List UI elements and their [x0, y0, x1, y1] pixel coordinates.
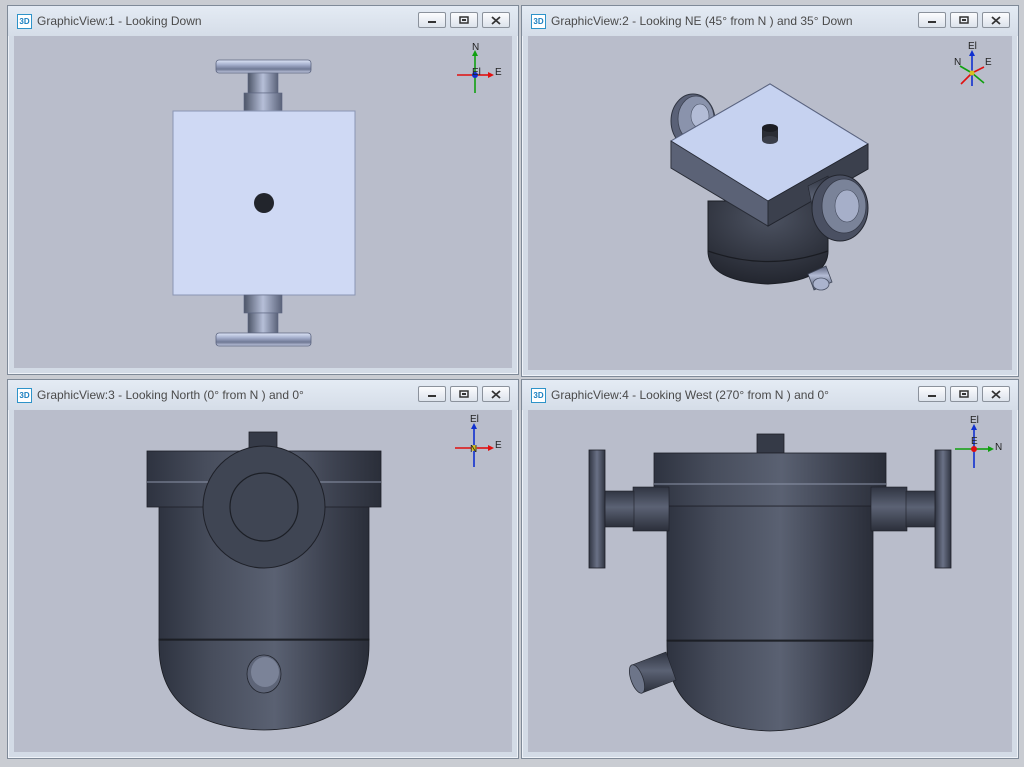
bottom-pipe	[247, 312, 279, 334]
triad-elevation-label: El	[470, 414, 479, 425]
view-3-titlebar[interactable]: 3D GraphicView:3 - Looking North (0° fro…	[8, 380, 518, 410]
view-3-viewport[interactable]: El E N	[14, 410, 512, 752]
minimize-icon	[928, 395, 936, 397]
view-4-viewport[interactable]: El N E	[528, 410, 1012, 752]
graphic-view-3-window[interactable]: 3D GraphicView:3 - Looking North (0° fro…	[7, 379, 519, 759]
view-1-titlebar[interactable]: 3D GraphicView:1 - Looking Down	[8, 6, 518, 36]
triad-elevation-label: El	[970, 415, 979, 426]
3d-view-icon: 3D	[17, 14, 32, 29]
top-view-model: N E El	[172, 42, 502, 347]
minimize-button[interactable]	[418, 12, 446, 28]
orientation-triad-icon: El E N	[455, 414, 502, 467]
vent-boss	[762, 124, 778, 144]
triad-elevation-label: El	[968, 41, 977, 52]
triad-east-label: E	[971, 436, 978, 447]
3d-view-icon: 3D	[531, 14, 546, 29]
vent-boss	[756, 433, 785, 454]
graphic-view-1-window[interactable]: 3D GraphicView:1 - Looking Down N E El	[7, 5, 519, 375]
close-button[interactable]	[982, 386, 1010, 402]
restore-button[interactable]	[450, 12, 478, 28]
top-pipe	[247, 72, 279, 94]
triad-elevation-label: El	[472, 67, 481, 78]
3d-view-icon: 3D	[17, 388, 32, 403]
triad-east-label: E	[495, 440, 502, 451]
top-flange	[215, 59, 312, 74]
triad-north-label: N	[995, 442, 1002, 453]
close-button[interactable]	[982, 12, 1010, 28]
view-2-titlebar[interactable]: 3D GraphicView:2 - Looking NE (45° from …	[522, 6, 1018, 36]
close-icon	[491, 15, 501, 25]
triad-east-label: E	[495, 67, 502, 78]
bottom-hub	[243, 294, 283, 314]
restore-button[interactable]	[950, 386, 978, 402]
restore-button[interactable]	[950, 12, 978, 28]
restore-icon	[459, 390, 469, 398]
minimize-icon	[928, 21, 936, 23]
view-3-title: GraphicView:3 - Looking North (0° from N…	[37, 388, 304, 402]
minimize-icon	[428, 395, 436, 397]
close-button[interactable]	[482, 386, 510, 402]
restore-icon	[459, 16, 469, 24]
graphic-view-2-window[interactable]: 3D GraphicView:2 - Looking NE (45° from …	[521, 5, 1019, 377]
orientation-triad-icon: El N E	[954, 41, 992, 86]
triad-north-label: N	[470, 444, 477, 455]
view-1-title: GraphicView:1 - Looking Down	[37, 14, 202, 28]
west-view-model: El N E	[588, 415, 1002, 732]
restore-button[interactable]	[450, 386, 478, 402]
bottom-flange	[215, 332, 312, 347]
close-icon	[991, 389, 1001, 399]
minimize-button[interactable]	[418, 386, 446, 402]
vent-boss	[254, 193, 274, 213]
orientation-triad-icon: El N E	[955, 415, 1002, 468]
view-2-viewport[interactable]: El N E	[528, 36, 1012, 370]
view-1-viewport[interactable]: N E El	[14, 36, 512, 368]
triad-north-label: N	[472, 42, 479, 53]
strainer-bowl	[666, 639, 874, 732]
view-4-titlebar[interactable]: 3D GraphicView:4 - Looking West (270° fr…	[522, 380, 1018, 410]
close-icon	[991, 15, 1001, 25]
iso-view-model: El N E	[670, 41, 992, 291]
inlet-flange	[202, 445, 326, 569]
north-view-model: El E N	[146, 414, 502, 731]
orientation-triad-icon: N E El	[457, 42, 502, 93]
strainer-body	[666, 505, 874, 642]
minimize-button[interactable]	[918, 386, 946, 402]
minimize-icon	[428, 21, 436, 23]
close-icon	[491, 389, 501, 399]
minimize-button[interactable]	[918, 12, 946, 28]
top-hub	[243, 92, 283, 112]
view-2-title: GraphicView:2 - Looking NE (45° from N )…	[551, 14, 853, 28]
triad-north-label: N	[954, 57, 961, 68]
view-4-title: GraphicView:4 - Looking West (270° from …	[551, 388, 829, 402]
graphic-view-4-window[interactable]: 3D GraphicView:4 - Looking West (270° fr…	[521, 379, 1019, 759]
restore-icon	[959, 16, 969, 24]
3d-view-icon: 3D	[531, 388, 546, 403]
cover-plate	[653, 452, 887, 507]
restore-icon	[959, 390, 969, 398]
close-button[interactable]	[482, 12, 510, 28]
drain-pipe	[628, 651, 677, 694]
triad-east-label: E	[985, 57, 992, 68]
